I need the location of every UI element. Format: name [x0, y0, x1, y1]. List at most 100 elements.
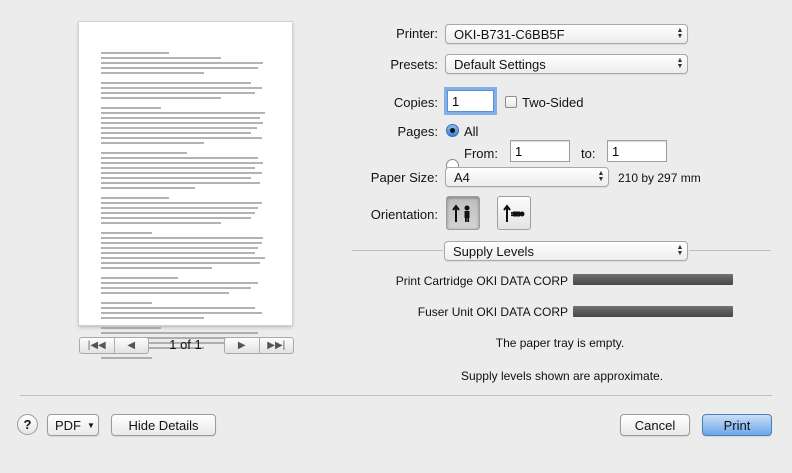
help-icon: ? [23, 417, 32, 432]
paper-size-popup[interactable]: A4 ▲ ▼ [445, 167, 609, 187]
presets-value: Default Settings [454, 56, 546, 72]
preview-line [101, 207, 259, 209]
preview-line [101, 107, 161, 109]
updown-arrows-icon: ▲ ▼ [676, 244, 684, 257]
preview-line [101, 287, 252, 289]
pages-from-field[interactable] [510, 140, 570, 162]
updown-arrows-icon: ▲ ▼ [676, 57, 684, 70]
section-divider-right [689, 250, 771, 251]
preview-text-lines [101, 52, 272, 359]
preview-line [101, 72, 204, 74]
next-page-icon[interactable]: ▶ [225, 338, 259, 353]
preview-line [101, 177, 252, 179]
copies-field[interactable] [447, 90, 494, 112]
last-page-icon[interactable]: ▶▶| [258, 338, 294, 353]
preview-line [101, 332, 259, 334]
preview-line [101, 162, 264, 164]
preview-line [101, 167, 255, 169]
preview-line [101, 152, 187, 154]
printer-value: OKI-B731-C6BB5F [454, 26, 565, 42]
paper-size-label: Paper Size: [370, 170, 438, 185]
presets-label: Presets: [390, 57, 438, 72]
copies-label: Copies: [393, 95, 438, 110]
preview-line [101, 62, 264, 64]
preview-line [101, 137, 262, 139]
cancel-button[interactable]: Cancel [620, 414, 690, 436]
preview-back-buttons: |◀◀ ◀ [79, 337, 149, 354]
pages-to-field[interactable] [607, 140, 667, 162]
preview-line [101, 222, 221, 224]
two-sided-label: Two-Sided [522, 95, 584, 110]
approx-message: Supply levels shown are approximate. [460, 369, 664, 383]
preview-line [101, 172, 262, 174]
printer-label: Printer: [396, 26, 438, 41]
supply-level-track [573, 306, 733, 317]
supply-level-track [573, 274, 733, 285]
print-button[interactable]: Print [702, 414, 772, 436]
supply-label: Fuser Unit OKI DATA CORP [417, 305, 568, 319]
pdf-label: PDF [55, 417, 81, 433]
paper-dimensions: 210 by 297 mm [618, 171, 701, 185]
preview-line [101, 357, 153, 359]
preview-line [101, 187, 196, 189]
landscape-orientation-button[interactable] [497, 196, 531, 230]
page-indicator: 1 of 1 [169, 337, 202, 352]
footer-divider [20, 395, 772, 396]
preview-line [101, 242, 262, 244]
preview-line [101, 237, 264, 239]
pdf-menu-button[interactable]: PDF ▼ [47, 414, 99, 436]
two-sided-checkbox[interactable] [505, 96, 517, 108]
preview-line [101, 282, 259, 284]
section-divider-left [352, 250, 443, 251]
section-popup[interactable]: Supply Levels ▲ ▼ [444, 241, 688, 261]
pages-from-label: From: [464, 146, 498, 161]
preview-forward-buttons: ▶ ▶▶| [224, 337, 294, 354]
hide-details-label: Hide Details [128, 417, 199, 433]
preview-line [101, 52, 170, 54]
preview-line [101, 317, 204, 319]
preview-line [101, 157, 259, 159]
preview-line [101, 247, 259, 249]
hide-details-button[interactable]: Hide Details [111, 414, 216, 436]
preview-line [101, 252, 255, 254]
preview-line [101, 132, 252, 134]
preview-line [101, 327, 161, 329]
preview-line [101, 67, 259, 69]
portrait-orientation-button[interactable] [446, 196, 480, 230]
preview-line [101, 257, 266, 259]
preview-line [101, 97, 221, 99]
tray-message: The paper tray is empty. [495, 336, 625, 350]
preview-line [101, 232, 153, 234]
preview-line [101, 217, 252, 219]
preview-line [101, 312, 262, 314]
updown-arrows-icon: ▲ ▼ [597, 170, 605, 183]
preview-line [101, 262, 261, 264]
preview-line [101, 127, 257, 129]
supply-level-bar [573, 274, 733, 285]
preview-line [101, 142, 204, 144]
updown-arrows-icon: ▲ ▼ [676, 27, 684, 40]
preview-line [101, 202, 262, 204]
print-label: Print [723, 417, 751, 433]
orientation-label: Orientation: [370, 207, 438, 222]
preview-line [101, 277, 178, 279]
preview-line [101, 182, 261, 184]
preview-line [101, 292, 230, 294]
pages-all-radio[interactable] [446, 124, 459, 137]
preview-line [101, 302, 153, 304]
preview-line [101, 112, 266, 114]
preview-line [101, 197, 170, 199]
previous-page-icon[interactable]: ◀ [113, 338, 149, 353]
preview-line [101, 267, 213, 269]
portrait-person-icon [452, 204, 470, 222]
pages-label: Pages: [397, 124, 438, 139]
help-button[interactable]: ? [17, 414, 38, 435]
pages-all-label: All [464, 124, 479, 139]
preview-line [101, 307, 255, 309]
first-page-icon[interactable]: |◀◀ [80, 338, 114, 353]
preview-line [101, 117, 261, 119]
supply-level-bar [573, 306, 733, 317]
printer-popup[interactable]: OKI-B731-C6BB5F ▲ ▼ [445, 24, 688, 44]
preview-line [101, 212, 255, 214]
presets-popup[interactable]: Default Settings ▲ ▼ [445, 54, 688, 74]
